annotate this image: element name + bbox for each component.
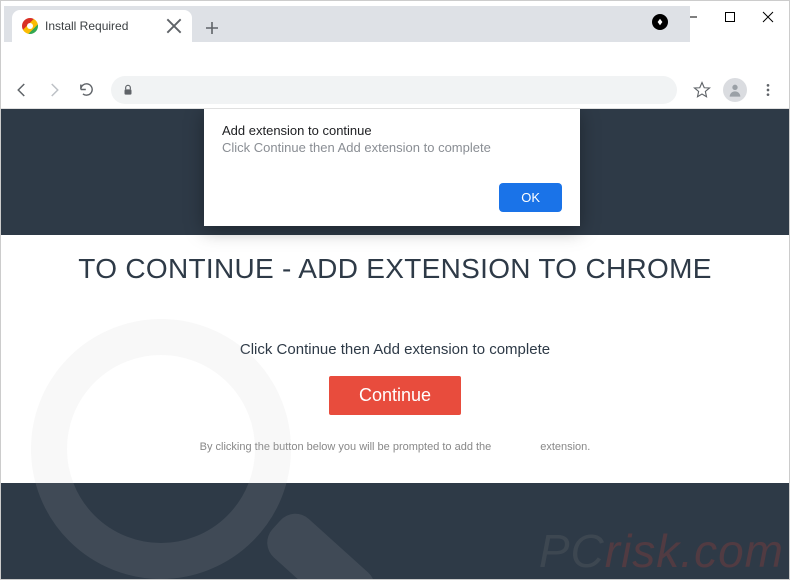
reload-button[interactable] <box>71 75 101 105</box>
window-close-button[interactable] <box>749 3 787 31</box>
browser-toolbar <box>1 71 789 109</box>
address-bar[interactable] <box>111 76 677 104</box>
continue-button[interactable]: Continue <box>329 376 461 415</box>
new-tab-button[interactable] <box>198 14 226 42</box>
lock-icon <box>121 83 135 97</box>
favicon-icon <box>22 18 38 34</box>
dialog-ok-button[interactable]: OK <box>499 183 562 212</box>
page-viewport: TO CONTINUE - ADD EXTENSION TO CHROME Cl… <box>1 109 789 579</box>
dialog-title: Add extension to continue <box>222 123 562 138</box>
footer-band <box>1 483 789 579</box>
disclaimer-post: extension. <box>540 441 590 453</box>
disclaimer-text: By clicking the button below you will be… <box>19 441 771 453</box>
menu-button[interactable] <box>753 75 783 105</box>
incognito-icon <box>652 14 668 30</box>
disclaimer-pre: By clicking the button below you will be… <box>200 441 492 453</box>
browser-tab[interactable]: Install Required <box>12 10 192 42</box>
bookmark-star-icon[interactable] <box>687 75 717 105</box>
maximize-button[interactable] <box>711 3 749 31</box>
dialog-body: Click Continue then Add extension to com… <box>222 140 562 155</box>
tab-title: Install Required <box>45 19 159 33</box>
forward-button[interactable] <box>39 75 69 105</box>
page-headline: TO CONTINUE - ADD EXTENSION TO CHROME <box>19 253 771 285</box>
tab-strip: Install Required <box>4 6 690 42</box>
back-button[interactable] <box>7 75 37 105</box>
page-content: TO CONTINUE - ADD EXTENSION TO CHROME Cl… <box>1 235 789 483</box>
profile-avatar-icon[interactable] <box>723 78 747 102</box>
browser-window: Install Required <box>0 0 790 580</box>
page-subhead: Click Continue then Add extension to com… <box>19 341 771 358</box>
alert-dialog: Add extension to continue Click Continue… <box>204 109 580 226</box>
close-tab-icon[interactable] <box>166 18 182 34</box>
